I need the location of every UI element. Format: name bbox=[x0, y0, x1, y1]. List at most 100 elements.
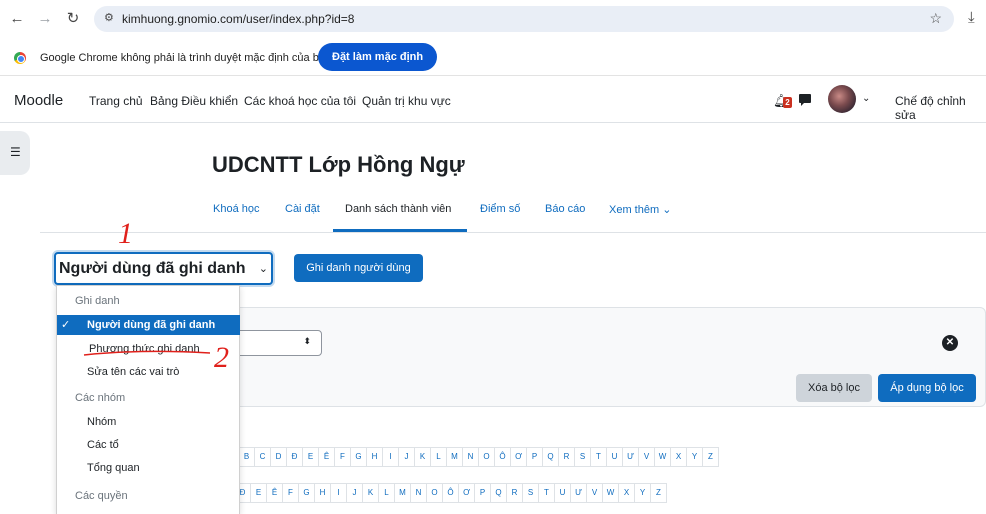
filter-type-select[interactable]: ⬍ bbox=[226, 330, 322, 356]
initial-link[interactable]: T bbox=[590, 447, 607, 467]
initial-link[interactable]: Đ bbox=[286, 447, 303, 467]
initial-link[interactable]: Ơ bbox=[510, 447, 527, 467]
initial-link[interactable]: Ơ bbox=[458, 483, 475, 503]
initial-link[interactable]: E bbox=[250, 483, 267, 503]
initial-link[interactable]: S bbox=[522, 483, 539, 503]
initial-link[interactable]: N bbox=[410, 483, 427, 503]
initial-link[interactable]: T bbox=[538, 483, 555, 503]
dropdown-item-label: Người dùng đã ghi danh bbox=[87, 319, 216, 331]
initial-link[interactable]: B bbox=[238, 447, 255, 467]
initial-link[interactable]: Ê bbox=[318, 447, 335, 467]
chevron-down-icon[interactable]: ⌄ bbox=[862, 93, 870, 104]
initial-link[interactable]: P bbox=[526, 447, 543, 467]
initial-link[interactable]: D bbox=[270, 447, 287, 467]
tab-more[interactable]: Xem thêm ⌄ bbox=[609, 203, 671, 216]
initial-link[interactable]: F bbox=[334, 447, 351, 467]
initial-link[interactable]: U bbox=[606, 447, 623, 467]
initial-link[interactable]: Q bbox=[490, 483, 507, 503]
initial-link[interactable]: M bbox=[394, 483, 411, 503]
set-default-button[interactable]: Đặt làm mặc định bbox=[318, 43, 438, 71]
initial-link[interactable]: K bbox=[362, 483, 379, 503]
initial-link[interactable]: Q bbox=[542, 447, 559, 467]
participants-page-select[interactable]: Người dùng đã ghi danh ⌄ bbox=[54, 252, 273, 285]
default-browser-message: Google Chrome không phải là trình duyệt … bbox=[40, 52, 332, 64]
site-info-icon[interactable]: ⚙ bbox=[104, 11, 114, 24]
avatar[interactable] bbox=[828, 85, 856, 113]
initial-link[interactable]: H bbox=[366, 447, 383, 467]
apply-filters-button[interactable]: Áp dụng bộ lọc bbox=[878, 374, 976, 402]
participants-page-dropdown: Ghi danh ✓ Người dùng đã ghi danh Phương… bbox=[56, 285, 240, 514]
initial-link[interactable]: K bbox=[414, 447, 431, 467]
remove-filter-icon[interactable]: ✕ bbox=[942, 335, 958, 351]
initial-link[interactable]: N bbox=[462, 447, 479, 467]
initial-link[interactable]: I bbox=[382, 447, 399, 467]
initial-link[interactable]: Y bbox=[686, 447, 703, 467]
initial-link[interactable]: Ô bbox=[494, 447, 511, 467]
initial-link[interactable]: S bbox=[574, 447, 591, 467]
initial-link[interactable]: H bbox=[314, 483, 331, 503]
site-brand[interactable]: Moodle bbox=[14, 92, 63, 109]
initial-link[interactable]: O bbox=[426, 483, 443, 503]
tab-grades[interactable]: Điểm số bbox=[480, 203, 520, 215]
initial-link[interactable]: P bbox=[474, 483, 491, 503]
first-name-initials-bar: BCDĐEÊFGHIJKLMNOÔƠPQRSTUƯVWXYZ bbox=[238, 447, 719, 467]
initial-link[interactable]: G bbox=[350, 447, 367, 467]
course-index-toggle[interactable]: ☰ bbox=[0, 131, 30, 175]
initial-link[interactable]: Z bbox=[702, 447, 719, 467]
initial-link[interactable]: L bbox=[378, 483, 395, 503]
edit-mode-toggle[interactable]: Chế độ chỉnh sửa bbox=[895, 94, 986, 122]
initial-link[interactable]: L bbox=[430, 447, 447, 467]
enrol-users-button[interactable]: Ghi danh người dùng bbox=[294, 254, 423, 282]
initial-link[interactable]: R bbox=[506, 483, 523, 503]
initial-link[interactable]: J bbox=[346, 483, 363, 503]
nav-item-site-admin[interactable]: Quản trị khu vực bbox=[362, 94, 451, 108]
tab-course[interactable]: Khoá học bbox=[213, 203, 259, 215]
dropdown-item-groupings[interactable]: Các tổ bbox=[87, 439, 119, 451]
initial-link[interactable]: U bbox=[554, 483, 571, 503]
dropdown-item-enrolled-users[interactable]: ✓ Người dùng đã ghi danh bbox=[57, 315, 240, 335]
dropdown-item-overview[interactable]: Tổng quan bbox=[87, 462, 140, 474]
initial-link[interactable]: Ô bbox=[442, 483, 459, 503]
back-icon[interactable]: ← bbox=[8, 10, 26, 28]
initial-link[interactable]: G bbox=[298, 483, 315, 503]
nav-item-my-courses[interactable]: Các khoá học của tôi bbox=[244, 94, 356, 108]
initial-link[interactable]: Y bbox=[634, 483, 651, 503]
tab-participants[interactable]: Danh sách thành viên bbox=[345, 203, 451, 215]
initial-link[interactable]: X bbox=[618, 483, 635, 503]
nav-item-dashboard[interactable]: Bảng Điều khiển bbox=[150, 94, 238, 108]
initial-link[interactable]: V bbox=[638, 447, 655, 467]
address-bar[interactable]: ⚙ kimhuong.gnomio.com/user/index.php?id=… bbox=[94, 6, 954, 32]
initial-link[interactable]: V bbox=[586, 483, 603, 503]
initial-link[interactable]: F bbox=[282, 483, 299, 503]
forward-icon[interactable]: → bbox=[36, 10, 54, 28]
initial-link[interactable]: Ư bbox=[622, 447, 639, 467]
dropdown-item-groups[interactable]: Nhóm bbox=[87, 416, 116, 428]
initial-link[interactable]: M bbox=[446, 447, 463, 467]
initial-link[interactable]: W bbox=[602, 483, 619, 503]
download-icon[interactable]: ⤓ bbox=[968, 9, 975, 26]
initial-link[interactable]: Z bbox=[650, 483, 667, 503]
nav-item-home[interactable]: Trang chủ bbox=[89, 94, 143, 108]
initial-link[interactable]: I bbox=[330, 483, 347, 503]
tab-settings[interactable]: Cài đặt bbox=[285, 203, 320, 215]
initial-link[interactable]: Ê bbox=[266, 483, 283, 503]
clear-filters-button[interactable]: Xóa bộ lọc bbox=[796, 374, 872, 402]
check-icon: ✓ bbox=[61, 319, 71, 331]
reload-icon[interactable]: ↻ bbox=[64, 10, 82, 28]
initial-link[interactable]: W bbox=[654, 447, 671, 467]
page-title: UDCNTT Lớp Hồng Ngự bbox=[212, 152, 465, 177]
chat-icon[interactable] bbox=[799, 94, 811, 106]
initial-link[interactable]: X bbox=[670, 447, 687, 467]
initial-link[interactable]: E bbox=[302, 447, 319, 467]
url-text[interactable]: kimhuong.gnomio.com/user/index.php?id=8 bbox=[122, 12, 354, 26]
dropdown-item-enrolment-methods[interactable]: Phương thức ghi danh bbox=[89, 343, 200, 355]
dropdown-item-rename-roles[interactable]: Sửa tên các vai trò bbox=[87, 366, 179, 378]
dropdown-group-header: Các quyền bbox=[75, 490, 128, 502]
tab-reports[interactable]: Báo cáo bbox=[545, 203, 585, 215]
initial-link[interactable]: C bbox=[254, 447, 271, 467]
bookmark-star-icon[interactable]: ☆ bbox=[929, 10, 942, 27]
initial-link[interactable]: O bbox=[478, 447, 495, 467]
initial-link[interactable]: J bbox=[398, 447, 415, 467]
initial-link[interactable]: Ư bbox=[570, 483, 587, 503]
initial-link[interactable]: R bbox=[558, 447, 575, 467]
